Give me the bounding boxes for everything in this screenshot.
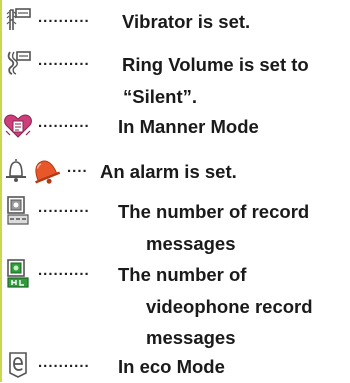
- description-line: messages: [146, 232, 236, 254]
- leader-dots: ..........: [38, 199, 90, 216]
- manner-mode-icon: [3, 113, 33, 139]
- leader-dots: ..........: [38, 114, 90, 131]
- videophone-record-icon: [4, 259, 32, 289]
- description-line: Ring Volume is set to: [122, 54, 309, 75]
- description-line: videophone record: [146, 295, 313, 317]
- description-line: messages: [146, 327, 236, 348]
- legend-description: Ring Volume is set to “Silent”.: [122, 49, 309, 112]
- record-message-icon: [4, 196, 32, 226]
- leader-dots: ....: [67, 159, 88, 176]
- eco-mode-icon: [5, 351, 31, 379]
- description-line: The number of record: [118, 201, 310, 222]
- description-line: In Manner Mode: [118, 116, 259, 137]
- leader-dots: ..........: [38, 52, 90, 69]
- alarm-bell-icon: [28, 156, 62, 186]
- vibrator-icon: [6, 6, 32, 32]
- status-icon-legend: .......... Vibrator is set. .......... R…: [0, 0, 350, 382]
- leader-dots: ..........: [38, 262, 90, 279]
- legend-description: In eco Mode: [118, 351, 225, 383]
- legend-description: Vibrator is set.: [122, 6, 250, 38]
- legend-description: The number of videophone record messages: [118, 259, 313, 354]
- description-line: The number of: [118, 264, 247, 285]
- description-line: “Silent”.: [123, 85, 198, 107]
- legend-description: An alarm is set.: [100, 156, 237, 188]
- legend-description: In Manner Mode: [118, 111, 259, 143]
- leader-dots: ..........: [38, 354, 90, 371]
- description-line: In eco Mode: [118, 356, 225, 377]
- description-line: An alarm is set.: [100, 161, 237, 182]
- legend-description: The number of record messages: [118, 196, 309, 259]
- description-line: Vibrator is set.: [122, 11, 251, 32]
- ring-volume-silent-icon: [6, 49, 32, 77]
- leader-dots: ..........: [38, 9, 90, 26]
- alarm-bell-outline-icon: [2, 156, 30, 184]
